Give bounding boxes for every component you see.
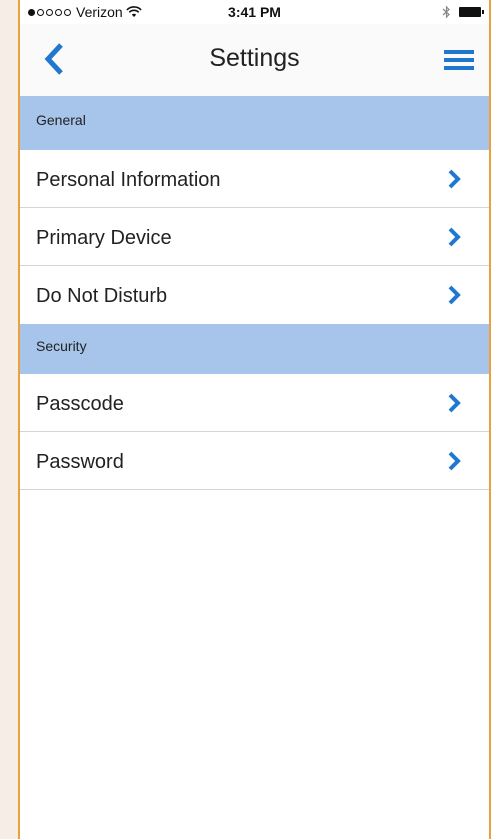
chevron-right-icon	[448, 169, 461, 189]
settings-row-personal-information[interactable]: Personal Information	[20, 150, 489, 208]
settings-row-primary-device[interactable]: Primary Device	[20, 208, 489, 266]
row-label: Primary Device	[36, 227, 172, 249]
row-label: Personal Information	[36, 169, 221, 191]
status-right	[442, 5, 484, 19]
bluetooth-icon	[442, 5, 450, 19]
phone-screen: Verizon 3:41 PM Settings General Persona…	[18, 0, 491, 839]
hamburger-menu-icon	[444, 50, 474, 70]
menu-button[interactable]	[439, 42, 479, 78]
settings-row-passcode[interactable]: Passcode	[20, 374, 489, 432]
settings-row-do-not-disturb[interactable]: Do Not Disturb	[20, 266, 489, 324]
navigation-bar: Settings	[20, 24, 489, 96]
chevron-right-icon	[448, 285, 461, 305]
battery-icon	[459, 7, 484, 17]
status-time: 3:41 PM	[228, 4, 281, 20]
chevron-right-icon	[448, 393, 461, 413]
settings-row-password[interactable]: Password	[20, 432, 489, 490]
chevron-right-icon	[448, 227, 461, 247]
row-label: Do Not Disturb	[36, 285, 168, 307]
row-label: Password	[36, 451, 124, 473]
chevron-right-icon	[448, 451, 461, 471]
settings-list: General Personal Information Primary Dev…	[20, 96, 489, 490]
page-title: Settings	[209, 44, 300, 72]
row-label: Passcode	[36, 393, 124, 415]
section-header-security: Security	[20, 324, 489, 374]
status-bar: Verizon 3:41 PM	[20, 0, 489, 24]
section-header-general: General	[20, 96, 489, 150]
